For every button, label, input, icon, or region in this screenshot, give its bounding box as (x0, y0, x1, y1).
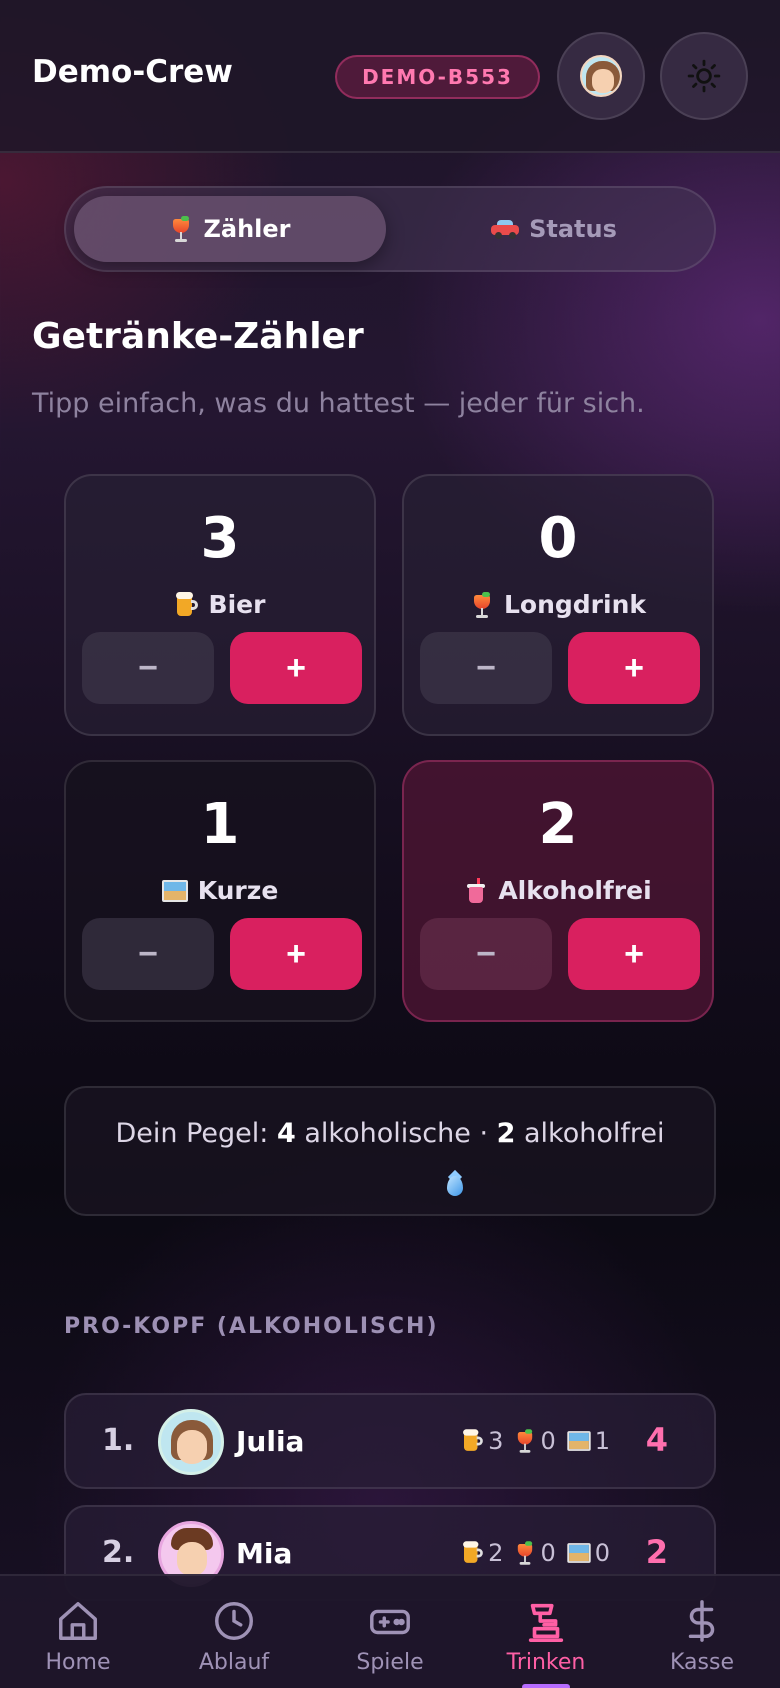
tab-label: Zähler (203, 215, 291, 243)
alcoholic-count: 4 (276, 1118, 296, 1149)
level-summary: Dein Pegel: 4 alkoholische · 2 alkoholfr… (64, 1086, 716, 1216)
user-avatar-icon (580, 55, 622, 97)
drink-count: 0 (538, 506, 578, 571)
rank-total: 4 (645, 1421, 668, 1459)
drink-breakdown: 2 0 0 (455, 1539, 610, 1567)
bottom-navigation: Home Ablauf Spiele Trinken Kasse (0, 1574, 780, 1688)
decrement-button[interactable]: − (82, 632, 214, 704)
shot-count: 0 (594, 1539, 610, 1567)
increment-button[interactable]: + (230, 632, 362, 704)
longdrink-count: 0 (540, 1539, 556, 1567)
nav-label: Kasse (670, 1650, 734, 1675)
drink-name: Bier (208, 590, 266, 619)
sun-icon (687, 59, 721, 93)
summary-prefix: Dein Pegel: (115, 1118, 277, 1149)
non-alcoholic-count: 2 (496, 1118, 516, 1149)
avatar (158, 1409, 224, 1475)
tab-zaehler[interactable]: Zähler (74, 196, 386, 262)
nav-ablauf[interactable]: Ablauf (156, 1576, 312, 1688)
cocktail-icon (515, 1541, 537, 1565)
rank-total: 2 (645, 1533, 668, 1571)
beer-tap-icon (528, 1603, 564, 1642)
beer-count: 3 (488, 1427, 504, 1455)
nav-trinken[interactable]: Trinken (468, 1576, 624, 1688)
member-name: Mia (236, 1537, 293, 1570)
non-alcoholic-label: alkoholfrei (515, 1118, 665, 1149)
increment-button[interactable]: + (230, 918, 362, 990)
drink-label: Kurze (66, 876, 374, 905)
drink-label: Longdrink (404, 590, 712, 619)
alcoholic-label: alkoholische · (295, 1118, 497, 1149)
decrement-button[interactable]: − (420, 632, 552, 704)
increment-button[interactable]: + (568, 632, 700, 704)
drink-name: Kurze (197, 876, 279, 905)
drink-label: Alkoholfrei (404, 876, 712, 905)
cocktail-icon (515, 1429, 537, 1453)
app-header: Demo-Crew DEMO-B553 (0, 0, 780, 153)
drink-count: 1 (200, 792, 240, 857)
nav-label: Trinken (506, 1650, 586, 1675)
tab-label: Status (529, 215, 617, 243)
dollar-icon (688, 1600, 715, 1642)
view-switcher: Zähler Status (64, 186, 716, 272)
drink-breakdown: 3 0 1 (455, 1427, 610, 1455)
beer-count: 2 (488, 1539, 504, 1567)
cup-with-straw-icon (464, 877, 488, 904)
page-subtitle: Tipp einfach, was du hattest — jeder für… (32, 388, 645, 419)
droplet-icon (444, 1169, 464, 1198)
rank-number: 2. (102, 1535, 135, 1570)
nav-home[interactable]: Home (0, 1576, 156, 1688)
longdrink-count: 0 (540, 1427, 556, 1455)
nav-kasse[interactable]: Kasse (624, 1576, 780, 1688)
ranking-row[interactable]: 1. Julia 3 0 1 4 (64, 1393, 716, 1489)
home-icon (59, 1602, 97, 1640)
drink-card-bier: 3 Bier − + (64, 474, 376, 736)
decrement-button[interactable]: − (82, 918, 214, 990)
increment-button[interactable]: + (568, 918, 700, 990)
decrement-button[interactable]: − (420, 918, 552, 990)
drink-name: Longdrink (503, 590, 647, 619)
drink-count: 2 (538, 792, 578, 857)
level-summary-text: Dein Pegel: 4 alkoholische · 2 alkoholfr… (66, 1118, 714, 1149)
shot-icon (567, 1431, 591, 1451)
clock-icon (215, 1602, 253, 1640)
drink-card-alkoholfrei: 2 Alkoholfrei − + (402, 760, 714, 1022)
drink-card-kurze: 1 Kurze − + (64, 760, 376, 1022)
nav-label: Ablauf (198, 1650, 270, 1675)
nav-label: Home (45, 1650, 111, 1675)
cocktail-icon (470, 591, 494, 618)
tab-status[interactable]: Status (398, 196, 710, 262)
drink-name: Alkoholfrei (498, 876, 652, 905)
gamepad-icon (370, 1609, 410, 1635)
member-name: Julia (236, 1425, 305, 1458)
profile-button[interactable] (557, 32, 645, 120)
car-icon (491, 219, 520, 239)
beer-icon (462, 1541, 484, 1564)
page-title: Getränke-Zähler (32, 316, 364, 357)
beer-icon (175, 591, 199, 618)
room-code-badge[interactable]: DEMO-B553 (335, 55, 540, 99)
rank-number: 1. (102, 1423, 135, 1458)
shot-icon (161, 879, 188, 902)
shot-count: 1 (594, 1427, 610, 1455)
shot-icon (567, 1543, 591, 1563)
nav-spiele[interactable]: Spiele (312, 1576, 468, 1688)
ranking-heading: PRO-KOPF (ALKOHOLISCH) (64, 1314, 439, 1339)
nav-label: Spiele (356, 1650, 424, 1675)
crew-title: Demo-Crew (32, 54, 233, 90)
active-nav-indicator (522, 1684, 570, 1688)
cocktail-icon (169, 216, 193, 242)
theme-toggle-button[interactable] (660, 32, 748, 120)
drink-count: 3 (200, 506, 240, 571)
beer-icon (462, 1429, 484, 1452)
drink-label: Bier (66, 590, 374, 619)
drink-card-longdrink: 0 Longdrink − + (402, 474, 714, 736)
